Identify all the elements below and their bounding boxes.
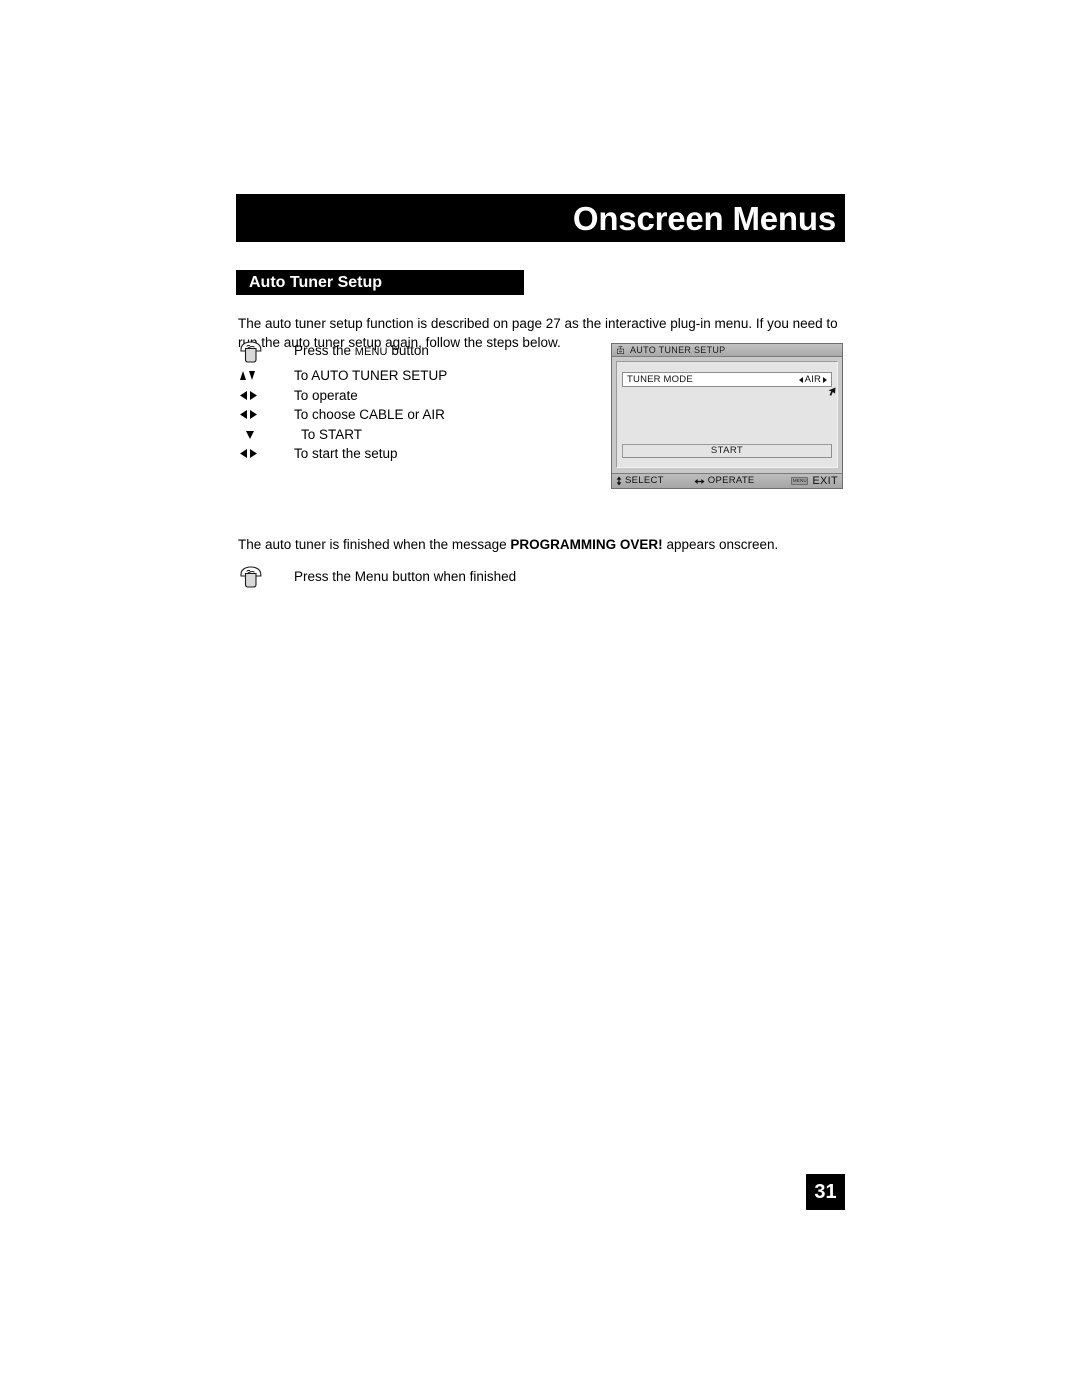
button-icon — [238, 565, 294, 589]
menu-button-chip: MENU — [791, 477, 809, 485]
osd-content-area: TUNER MODE AIR START — [616, 361, 838, 468]
osd-footer-operate-label: OPERATE — [707, 475, 755, 487]
button-icon — [238, 340, 294, 364]
final-step-label: Press the Menu button when finished — [294, 569, 517, 584]
right-arrow-icon[interactable] — [823, 376, 827, 383]
up-down-arrow-icon — [616, 476, 622, 486]
left-right-arrows-icon — [238, 408, 294, 421]
left-right-arrow-icon — [694, 478, 705, 484]
left-right-arrows-icon — [238, 447, 294, 460]
step-to-start: To START — [238, 425, 598, 445]
step-choose-cable-or-air: To choose CABLE or AIR — [238, 405, 598, 425]
osd-title: AUTO TUNER SETUP — [630, 344, 726, 355]
step-label: To operate — [294, 387, 358, 403]
pointer-cursor-icon — [828, 387, 836, 396]
osd-footer-exit-label: EXIT — [812, 474, 838, 487]
finish-note-after: appears onscreen. — [662, 536, 779, 552]
osd-start-label: START — [710, 445, 744, 457]
step-operate: To operate — [238, 386, 598, 406]
left-right-arrows-icon — [238, 389, 294, 402]
final-step: Press the Menu button when finished — [238, 565, 516, 589]
osd-footer-bar: SELECT OPERATE MENU EXIT — [612, 473, 842, 488]
step-label: To choose CABLE or AIR — [294, 407, 445, 422]
osd-title-bar: AUTO TUNER SETUP — [612, 344, 842, 357]
step-press-menu: Press the Menu button — [238, 340, 598, 366]
step-navigate-to-auto-tuner-setup: To AUTO TUNER SETUP — [238, 366, 598, 386]
step-label: To start the setup — [294, 446, 398, 461]
page-header-banner: Onscreen Menus — [236, 194, 845, 242]
step-start-the-setup: To start the setup — [238, 444, 598, 464]
finish-note-before: The auto tuner is finished when the mess… — [238, 536, 511, 552]
tuner-icon — [616, 345, 625, 354]
step-label: To AUTO TUNER SETUP — [294, 368, 448, 383]
osd-tuner-mode-row[interactable]: TUNER MODE AIR — [622, 372, 832, 387]
down-arrow-icon — [238, 428, 301, 441]
finish-note-paragraph: The auto tuner is finished when the mess… — [238, 535, 846, 554]
section-heading-bar: Auto Tuner Setup — [236, 270, 524, 295]
section-title: Auto Tuner Setup — [249, 273, 383, 291]
up-down-arrows-icon — [238, 369, 294, 382]
osd-tuner-mode-label: TUNER MODE — [627, 373, 693, 385]
steps-list: Press the Menu button To AUTO TUNER SETU… — [238, 340, 598, 464]
page-title: Onscreen Menus — [572, 199, 836, 237]
osd-footer-exit: MENU EXIT — [791, 474, 838, 487]
finish-note-emphasis: PROGRAMMING OVER! — [510, 536, 663, 552]
osd-footer-select: SELECT — [616, 476, 664, 486]
manual-page: Onscreen Menus Auto Tuner Setup The auto… — [0, 0, 1080, 1397]
osd-tuner-mode-value: AIR — [804, 373, 821, 385]
osd-footer-select-label: SELECT — [625, 475, 664, 487]
osd-footer-operate: OPERATE — [694, 476, 792, 486]
step-label: To START — [301, 426, 363, 442]
osd-start-button[interactable]: START — [622, 444, 832, 458]
step-label: Press the Menu button — [294, 343, 429, 358]
left-arrow-icon[interactable] — [798, 376, 803, 383]
osd-menu-screenshot: AUTO TUNER SETUP TUNER MODE AIR START SE… — [611, 343, 843, 489]
osd-tuner-mode-value-group[interactable]: AIR — [798, 373, 827, 385]
page-number-badge: 31 — [806, 1174, 845, 1210]
